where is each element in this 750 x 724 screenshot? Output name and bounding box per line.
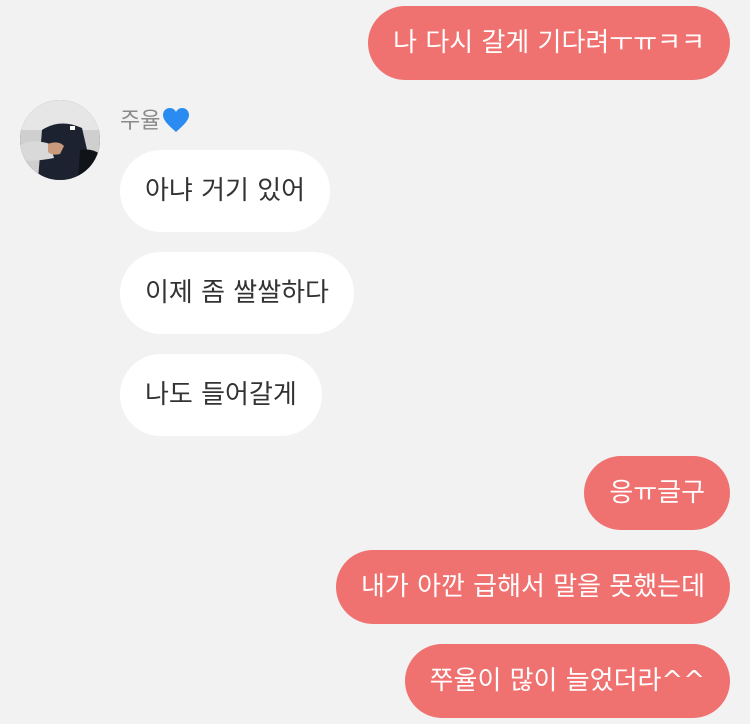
contact-avatar[interactable] — [20, 100, 100, 180]
message-bubble-outgoing[interactable]: 응ㅠ글구 — [584, 456, 730, 530]
message-bubble-outgoing[interactable]: 쭈율이 많이 늘었더라^^ — [404, 644, 730, 718]
message-bubble-incoming[interactable]: 나도 들어갈게 — [120, 354, 322, 436]
message-bubble-outgoing[interactable]: 나 다시 갈게 기다려ㅜㅠㅋㅋ — [368, 6, 730, 80]
sender-name: 주율 — [120, 104, 190, 140]
avatar-photo — [20, 100, 100, 180]
message-bubble-incoming[interactable]: 아냐 거기 있어 — [120, 150, 331, 232]
message-bubble-incoming[interactable]: 이제 좀 쌀쌀하다 — [120, 252, 354, 334]
blue-heart-icon — [163, 108, 190, 132]
sender-name-text: 주율 — [120, 109, 161, 134]
message-bubble-outgoing[interactable]: 내가 아깐 급해서 말을 못했는데 — [335, 550, 730, 624]
